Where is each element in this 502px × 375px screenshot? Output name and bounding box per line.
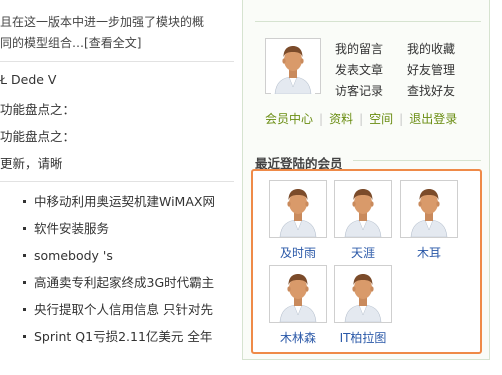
news-item[interactable]: somebody 's xyxy=(20,247,234,274)
profile-link[interactable]: 资料 xyxy=(329,112,353,126)
find-friends-link[interactable]: 查找好友 xyxy=(407,82,455,99)
intro-line-1: 且在这一版本中进一步加强了模块的概 xyxy=(0,15,205,29)
post-article-link[interactable]: 发表文章 xyxy=(335,61,383,78)
member-sidebar: 我的留言 我的收藏 发表文章 好友管理 访客记录 查找好友 会员中心 | 资料 | 空间… xyxy=(242,0,490,360)
member-name[interactable]: IT柏拉图 xyxy=(333,329,393,346)
article-line[interactable]: Ł Dede V xyxy=(0,72,56,87)
default-user-avatar-icon xyxy=(276,183,320,237)
current-user-avatar[interactable] xyxy=(265,38,321,94)
my-favorites-link[interactable]: 我的收藏 xyxy=(407,40,455,57)
space-link[interactable]: 空间 xyxy=(369,112,393,126)
page: 且在这一版本中进一步加强了模块的概 同的模型组合…[查看全文] Ł Dede V… xyxy=(0,0,502,375)
friend-manage-link[interactable]: 好友管理 xyxy=(407,61,455,78)
news-item[interactable]: Sprint Q1亏损2.11亿美元 全年 xyxy=(20,328,234,355)
article-intro: 且在这一版本中进一步加强了模块的概 同的模型组合…[查看全文] xyxy=(0,12,234,54)
separator: | xyxy=(359,112,364,126)
article-line[interactable]: 功能盘点之： xyxy=(0,99,75,118)
member-avatar[interactable] xyxy=(269,265,327,323)
intro-line-2: 同的模型组合… xyxy=(0,36,85,50)
divider xyxy=(0,61,234,62)
square-bullet-icon xyxy=(23,254,26,257)
square-bullet-icon xyxy=(23,335,26,338)
default-user-avatar-icon xyxy=(341,268,385,322)
news-item[interactable]: 中移动利用奥运契机建WiMAX网 xyxy=(20,193,234,220)
square-bullet-icon xyxy=(23,308,26,311)
member-name[interactable]: 木林森 xyxy=(268,329,328,346)
member-avatar[interactable] xyxy=(334,180,392,238)
square-bullet-icon xyxy=(23,281,26,284)
default-user-avatar-icon xyxy=(341,183,385,237)
divider xyxy=(353,160,481,161)
member-avatar[interactable] xyxy=(269,180,327,238)
separator: | xyxy=(399,112,404,126)
news-item[interactable]: 软件安装服务 xyxy=(20,220,234,247)
member-avatar[interactable] xyxy=(400,180,458,238)
divider xyxy=(0,181,234,182)
user-links: 会员中心 | 资料 | 空间 | 退出登录 xyxy=(265,110,457,126)
visitor-log-link[interactable]: 访客记录 xyxy=(335,82,383,99)
default-user-avatar-icon xyxy=(407,183,451,237)
news-list: 中移动利用奥运契机建WiMAX网 软件安装服务 somebody 's 高通卖专… xyxy=(20,193,234,355)
default-user-avatar-icon xyxy=(276,268,320,322)
member-name[interactable]: 木耳 xyxy=(399,244,459,261)
my-messages-link[interactable]: 我的留言 xyxy=(335,40,383,57)
recent-members-box: 及时雨 天涯 木耳 木林森 IT柏拉图 xyxy=(251,169,482,354)
member-name[interactable]: 及时雨 xyxy=(268,244,328,261)
article-line[interactable]: 更新，请晰 xyxy=(0,153,63,172)
news-item[interactable]: 央行提取个人信用信息 只针对先 xyxy=(20,301,234,328)
member-avatar[interactable] xyxy=(334,265,392,323)
article-column: 且在这一版本中进一步加强了模块的概 同的模型组合…[查看全文] Ł Dede V… xyxy=(0,0,234,375)
member-name[interactable]: 天涯 xyxy=(333,244,393,261)
separator: | xyxy=(319,112,324,126)
member-center-link[interactable]: 会员中心 xyxy=(265,112,313,126)
read-more-link[interactable]: [查看全文] xyxy=(84,36,141,50)
square-bullet-icon xyxy=(23,200,26,203)
default-user-avatar-icon xyxy=(271,40,315,94)
news-item[interactable]: 高通卖专利起家终成3G时代霸主 xyxy=(20,274,234,301)
article-line[interactable]: 功能盘点之： xyxy=(0,126,75,145)
square-bullet-icon xyxy=(23,227,26,230)
logout-link[interactable]: 退出登录 xyxy=(409,112,457,126)
divider xyxy=(255,21,481,22)
